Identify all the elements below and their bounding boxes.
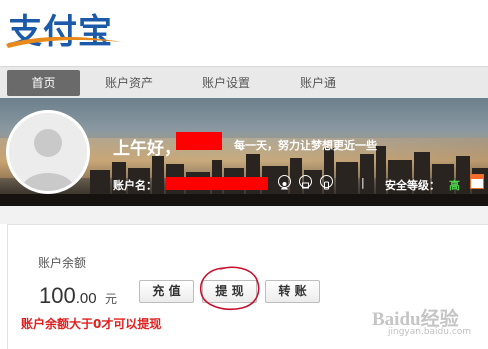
transfer-button[interactable]: 转 账 — [265, 280, 320, 303]
logo-bar: 支付宝 — [0, 0, 488, 66]
id-card-icon[interactable] — [299, 175, 312, 189]
nav-item-home[interactable]: 首页 — [7, 70, 80, 96]
calendar-icon[interactable] — [470, 174, 484, 189]
phone-icon[interactable] — [320, 175, 333, 190]
account-name-redacted — [166, 177, 268, 190]
nav-item-settings[interactable]: 账户设置 — [190, 70, 262, 96]
section-divider — [0, 206, 488, 224]
greeting-text: 上午好， — [113, 139, 181, 159]
separator: | — [361, 176, 365, 189]
user-name-redacted — [176, 132, 222, 150]
default-avatar-icon — [9, 113, 87, 191]
avatar[interactable] — [6, 110, 90, 194]
withdraw-note: 账户余额大于0才可以提现 — [21, 317, 162, 331]
main-nav: 首页 账户资产 账户设置 账户通 — [0, 66, 488, 99]
balance-unit: 元 — [105, 292, 118, 306]
account-name-label: 账户名： — [113, 179, 157, 192]
watermark-sub: jingyan.baidu.com — [388, 327, 472, 337]
balance-amount: 100.00 — [39, 283, 97, 309]
user-icon[interactable] — [278, 175, 291, 190]
recharge-button[interactable]: 充 值 — [139, 280, 194, 303]
balance-decimal: .00 — [75, 290, 97, 307]
nav-item-account-pass[interactable]: 账户通 — [286, 70, 350, 96]
motto-text: 每一天，努力让梦想更近一些 — [234, 139, 377, 152]
balance-label: 账户余额 — [38, 256, 87, 270]
security-level-label: 安全等级： — [385, 179, 440, 192]
logo-swoosh-icon — [6, 36, 122, 48]
security-level-value: 高 — [449, 179, 460, 192]
nav-item-assets[interactable]: 账户资产 — [93, 70, 165, 96]
annotation-circle — [199, 266, 260, 310]
balance-integer: 100 — [39, 283, 76, 308]
